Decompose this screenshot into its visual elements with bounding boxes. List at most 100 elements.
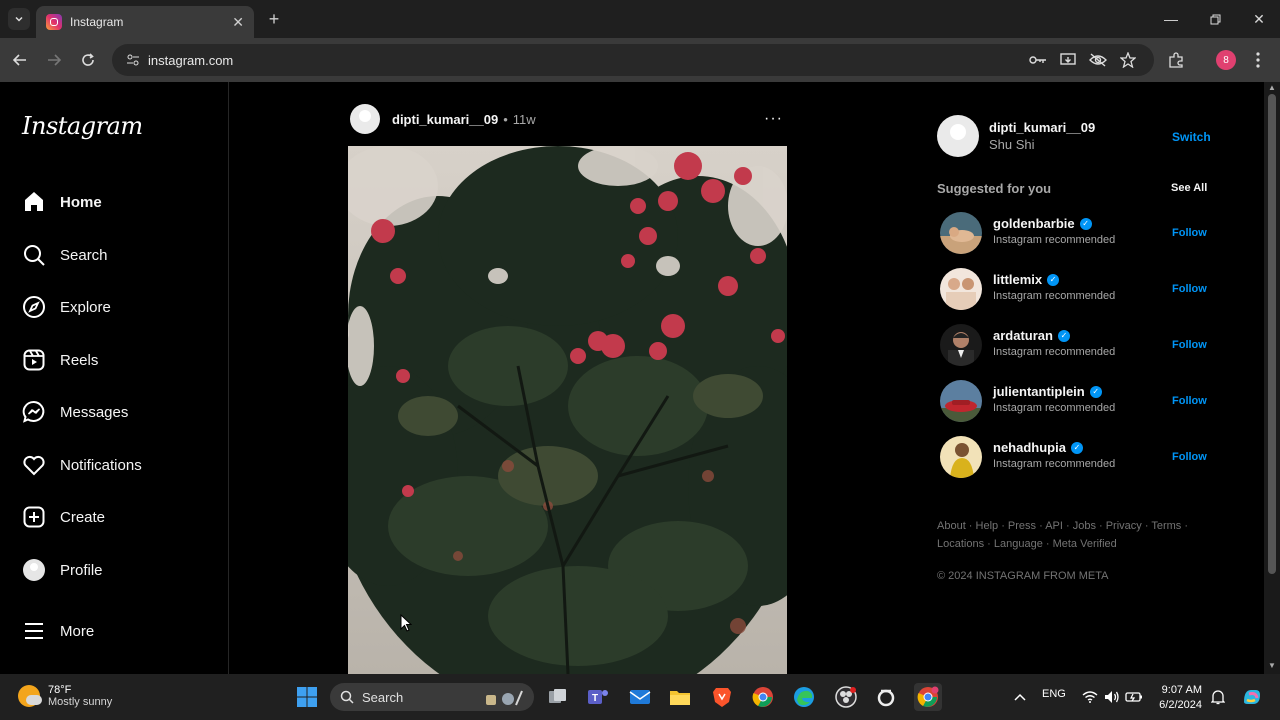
edge-icon[interactable] (790, 683, 818, 711)
suggestion-username-row[interactable]: ardaturan ✓ (993, 328, 1070, 343)
nav-item-profile[interactable]: Profile (22, 556, 103, 584)
weather-widget[interactable]: 78°F Mostly sunny (18, 684, 112, 708)
svg-text:T: T (592, 693, 598, 704)
notification-bell-icon[interactable] (1204, 683, 1232, 711)
restore-button[interactable] (1204, 8, 1226, 30)
suggestion-subtitle: Instagram recommended (993, 458, 1116, 470)
app-ring-icon[interactable] (872, 683, 900, 711)
browser-tab-instagram[interactable]: Instagram ✕ (36, 6, 254, 38)
input-language[interactable]: ENG (1042, 688, 1066, 700)
page-scrollbar[interactable]: ▲ ▼ (1264, 82, 1280, 674)
bookmark-star-icon[interactable] (1118, 50, 1138, 70)
see-all-link[interactable]: See All (1171, 182, 1207, 194)
tab-title: Instagram (70, 15, 124, 29)
suggestion-avatar[interactable] (940, 324, 982, 366)
back-button[interactable] (10, 50, 30, 70)
current-user-username[interactable]: dipti_kumari__09 (989, 120, 1095, 135)
post-timestamp[interactable]: 11w (513, 112, 536, 127)
obs-icon[interactable] (832, 683, 860, 711)
site-settings-icon[interactable] (126, 53, 140, 67)
suggestion-username-row[interactable]: julientantiplein ✓ (993, 384, 1102, 399)
nav-label: Explore (60, 298, 111, 316)
suggestion-avatar[interactable] (940, 212, 982, 254)
system-clock[interactable]: 9:07 AM 6/2/2024 (1154, 683, 1202, 713)
nav-item-explore[interactable]: Explore (22, 293, 111, 321)
post-more-options-icon[interactable]: ··· (764, 110, 783, 128)
nav-item-more[interactable]: More (22, 617, 94, 645)
address-bar[interactable]: instagram.com (112, 44, 1154, 76)
suggestion-username-row[interactable]: littlemix ✓ (993, 272, 1060, 287)
taskbar-search[interactable]: Search (330, 683, 534, 711)
minimize-button[interactable]: — (1160, 8, 1182, 30)
suggestion-avatar[interactable] (940, 436, 982, 478)
tab-search-button[interactable] (8, 8, 30, 30)
browser-profile-avatar[interactable]: 8 (1216, 50, 1236, 70)
file-explorer-icon[interactable] (666, 683, 694, 711)
hamburger-menu-icon (22, 619, 46, 643)
chrome-active-icon[interactable] (914, 683, 942, 711)
install-app-icon[interactable] (1058, 50, 1078, 70)
browser-menu-icon[interactable] (1248, 50, 1268, 70)
suggestion-username: littlemix (993, 272, 1043, 287)
nav-item-messages[interactable]: Messages (22, 398, 128, 426)
follow-button[interactable]: Follow (1172, 283, 1207, 295)
post-image[interactable] (348, 146, 787, 674)
side-navigation: Instagram Home Search Explore Reels Mess… (0, 82, 229, 674)
mail-icon[interactable] (626, 683, 654, 711)
nav-item-home[interactable]: Home (22, 188, 102, 216)
suggestion-avatar[interactable] (940, 380, 982, 422)
restore-icon (1210, 14, 1220, 24)
browser-toolbar: instagram.com (0, 38, 1280, 82)
forward-button[interactable] (44, 50, 64, 70)
switch-account-button[interactable]: Switch (1172, 130, 1211, 144)
follow-button[interactable]: Follow (1172, 227, 1207, 239)
scroll-down-icon[interactable]: ▼ (1268, 662, 1276, 670)
follow-button[interactable]: Follow (1172, 451, 1207, 463)
scrollbar-thumb[interactable] (1268, 94, 1276, 574)
follow-button[interactable]: Follow (1172, 339, 1207, 351)
current-user-fullname: Shu Shi (989, 137, 1035, 152)
follow-button[interactable]: Follow (1172, 395, 1207, 407)
arrow-right-icon (48, 54, 61, 66)
nav-item-notifications[interactable]: Notifications (22, 451, 142, 479)
suggestion-avatar[interactable] (940, 268, 982, 310)
brave-browser-icon[interactable] (708, 683, 736, 711)
copilot-icon[interactable] (1238, 683, 1266, 711)
post-author-avatar[interactable] (350, 104, 380, 134)
scroll-up-icon[interactable]: ▲ (1268, 84, 1276, 92)
instagram-logo[interactable]: Instagram (22, 112, 143, 140)
teams-icon[interactable]: T (584, 683, 612, 711)
post-author-username[interactable]: dipti_kumari__09 (392, 112, 498, 127)
post-separator: • (503, 111, 508, 127)
suggestion-subtitle: Instagram recommended (993, 234, 1116, 246)
suggestion-username: nehadhupia (993, 440, 1066, 455)
window-close-button[interactable]: ✕ (1248, 8, 1270, 30)
clock-time: 9:07 AM (1161, 684, 1202, 696)
suggestion-username-row[interactable]: nehadhupia ✓ (993, 440, 1083, 455)
new-tab-button[interactable]: + (264, 9, 284, 29)
screen: Instagram ✕ + — ✕ instagram.com 8 Instag… (0, 0, 1280, 720)
suggestion-subtitle: Instagram recommended (993, 402, 1116, 414)
close-icon[interactable]: ✕ (232, 14, 244, 31)
reload-button[interactable] (78, 50, 98, 70)
nav-item-create[interactable]: Create (22, 503, 105, 531)
home-icon (22, 190, 46, 214)
footer-links[interactable]: About · Help · Press · API · Jobs · Priv… (937, 517, 1207, 553)
suggestion-username-row[interactable]: goldenbarbie ✓ (993, 216, 1092, 231)
chevron-up-icon[interactable] (1006, 683, 1034, 711)
battery-icon[interactable] (1120, 683, 1148, 711)
windows-taskbar: 78°F Mostly sunny Search T ENG 9:07 AM 6… (0, 674, 1280, 720)
key-icon[interactable] (1028, 50, 1048, 70)
nav-item-reels[interactable]: Reels (22, 346, 98, 374)
tracking-protection-icon[interactable] (1088, 50, 1108, 70)
arrow-left-icon (13, 54, 26, 66)
chrome-icon[interactable] (749, 683, 777, 711)
verified-badge-icon: ✓ (1057, 329, 1070, 342)
current-user-avatar[interactable] (937, 115, 979, 157)
compass-icon (22, 295, 46, 319)
taskbar-search-label: Search (362, 689, 404, 705)
nav-item-search[interactable]: Search (22, 241, 108, 269)
extensions-icon[interactable] (1166, 50, 1186, 70)
task-view-icon[interactable] (544, 683, 572, 711)
start-button[interactable] (293, 683, 321, 711)
